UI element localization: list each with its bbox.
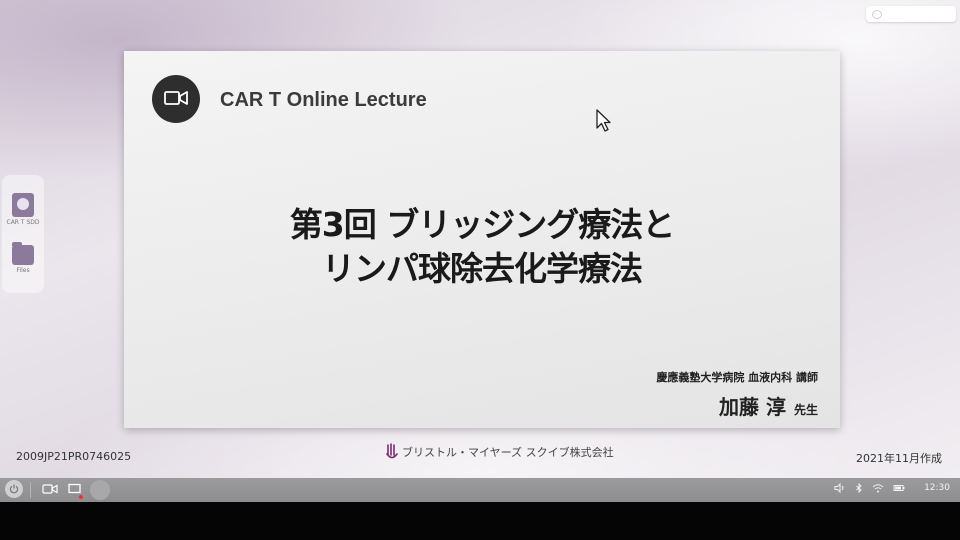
dock-item-files[interactable]: Files: [2, 242, 44, 274]
created-date: 2021年11月作成: [856, 452, 942, 465]
system-tray: 12:30: [834, 483, 950, 493]
desktop: CAR T SDD Files CAR T Online Lecture 第3回…: [0, 0, 960, 478]
battery-icon[interactable]: [893, 483, 905, 493]
dock-item-label: CAR T SDD: [6, 219, 40, 226]
dock-item-label: Files: [16, 267, 30, 274]
company-logo-icon: [386, 443, 398, 459]
presenter-affiliation: 慶應義塾大学病院 血液内科 講師: [656, 371, 818, 384]
presenter-honorific: 先生: [793, 403, 818, 417]
lecture-title: CAR T Online Lecture: [220, 89, 427, 111]
taskbar: 12:30: [0, 478, 960, 502]
search-icon: [872, 10, 882, 19]
search-box[interactable]: [866, 6, 956, 22]
dock-item-cart-app[interactable]: CAR T SDD: [2, 193, 44, 226]
bluetooth-icon[interactable]: [855, 483, 863, 493]
mouse-cursor-icon: [596, 109, 611, 132]
wifi-icon[interactable]: [872, 483, 884, 493]
slide-title: 第3回 ブリッジング療法と リンパ球除去化学療法: [124, 203, 840, 291]
app-dock: CAR T SDD Files: [2, 175, 44, 293]
presenter-name-text: 加藤 淳: [719, 395, 786, 419]
clock[interactable]: 12:30: [924, 483, 950, 493]
cart-app-icon: [12, 193, 34, 217]
power-icon: [9, 484, 19, 494]
recording-indicator: [79, 495, 83, 499]
folder-icon: [12, 242, 34, 265]
screen-icon[interactable]: [68, 483, 82, 495]
presentation-slide: CAR T Online Lecture 第3回 ブリッジング療法と リンパ球除…: [124, 51, 840, 428]
slide-title-line-2: リンパ球除去化学療法: [322, 249, 643, 288]
screen-bottom-bar: [0, 502, 960, 540]
taskbar-divider: [30, 482, 31, 498]
volume-icon[interactable]: [834, 483, 846, 493]
slide-title-line-1: 第3回 ブリッジング療法と: [289, 205, 675, 244]
video-camera-icon: [152, 75, 200, 123]
company-logo: ブリストル・マイヤーズ スクイブ株式会社: [386, 443, 614, 461]
document-code: 2009JP21PR0746025: [16, 450, 132, 463]
taskbar-app-button[interactable]: [90, 480, 110, 500]
power-button[interactable]: [5, 480, 23, 498]
presenter-name: 加藤 淳先生: [719, 391, 818, 420]
video-icon[interactable]: [42, 483, 58, 495]
company-name: ブリストル・マイヤーズ スクイブ株式会社: [402, 446, 614, 459]
